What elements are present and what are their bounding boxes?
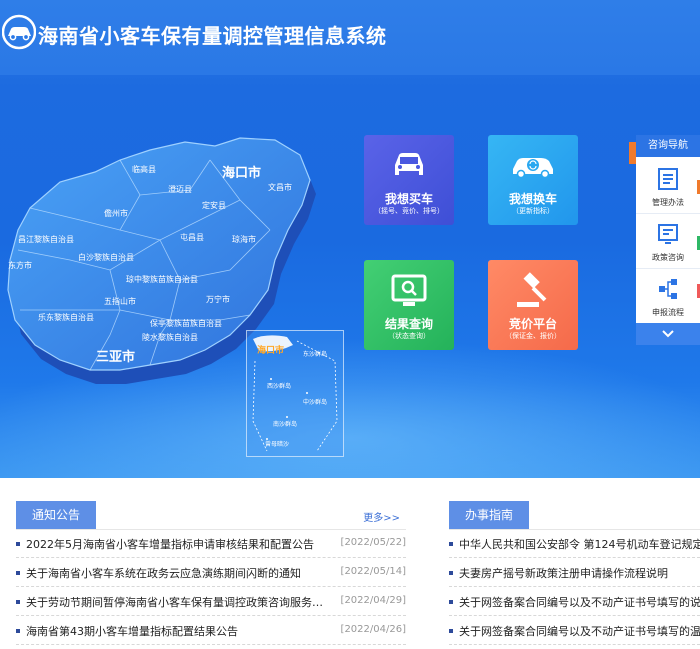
notice-date: [2022/04/29]	[340, 595, 406, 606]
map-label-baisha[interactable]: 白沙黎族自治县	[78, 252, 134, 263]
map-label-wanning[interactable]: 万宁市	[206, 294, 230, 305]
bullet-icon	[449, 629, 453, 633]
notice-tab[interactable]: 通知公告	[16, 501, 96, 529]
change-car-subtitle: （更新指标）	[512, 207, 554, 215]
notice-title[interactable]: 关于劳动节期间暂停海南省小客车保有量调控政策咨询服务…	[26, 594, 336, 610]
notice-more-link[interactable]: 更多>>	[363, 509, 400, 524]
chevron-down-icon	[662, 330, 674, 338]
bullet-icon	[449, 571, 453, 575]
result-query-subtitle: （状态查询）	[388, 332, 430, 340]
notice-date: [2022/05/22]	[340, 537, 406, 548]
inset-label-zhongsha: 中沙群岛	[303, 399, 328, 406]
buy-car-subtitle: （摇号、竞价、排号）	[374, 207, 444, 215]
guide-header: 办事指南	[449, 501, 700, 530]
map-label-tunchang[interactable]: 屯昌县	[180, 232, 204, 243]
guide-tab[interactable]: 办事指南	[449, 501, 529, 529]
guide-item[interactable]: 中华人民共和国公安部令 第124号机动车登记规定	[449, 531, 700, 558]
map-label-changjiang[interactable]: 昌江黎族自治县	[18, 234, 74, 245]
gavel-icon	[517, 272, 547, 307]
map-label-ledong[interactable]: 乐东黎族自治县	[38, 312, 94, 323]
map-label-dongfang[interactable]: 东方市	[8, 260, 32, 271]
nav-expand-button[interactable]	[636, 323, 700, 345]
map-label-sanya[interactable]: 三亚市	[96, 346, 135, 365]
map-label-wuzhishan[interactable]: 五指山市	[104, 296, 136, 307]
flowchart-icon	[659, 279, 677, 299]
policy-screen-icon	[658, 224, 678, 244]
guide-title[interactable]: 夫妻房产摇号新政策注册申请操作流程说明	[459, 565, 700, 581]
notice-date: [2022/04/26]	[340, 624, 406, 635]
bullet-icon	[16, 600, 20, 604]
nav-item-application-flow[interactable]: 申报流程	[636, 269, 700, 323]
inset-label-xisha: 西沙群岛	[267, 383, 292, 390]
guide-item[interactable]: 关于网签备案合同编号以及不动产证书号填写的说明	[449, 589, 700, 616]
result-query-title: 结果查询	[384, 317, 433, 331]
map-label-haikou[interactable]: 海口市	[222, 162, 261, 181]
notice-title[interactable]: 海南省第43期小客车增量指标配置结果公告	[26, 623, 336, 639]
nav-item-label: 政策咨询	[652, 253, 684, 262]
guide-item[interactable]: 关于网签备案合同编号以及不动产证书号填写的温馨提示	[449, 618, 700, 645]
site-title[interactable]: 海南省小客车保有量调控管理信息系统	[38, 20, 387, 49]
guide-title[interactable]: 关于网签备案合同编号以及不动产证书号填写的说明	[459, 594, 700, 610]
inset-label-zengmu: 曾母暗沙	[265, 441, 290, 448]
map-label-danzhou[interactable]: 儋州市	[104, 208, 128, 219]
bullet-icon	[16, 629, 20, 633]
map-label-dingan[interactable]: 定安县	[202, 200, 226, 211]
nav-item-label: 申报流程	[652, 308, 684, 317]
inset-label-dongsha: 东沙群岛	[303, 351, 328, 358]
nav-side-accent	[629, 142, 636, 164]
notice-title[interactable]: 关于海南省小客车系统在政务云应急演练期间闪断的通知	[26, 565, 336, 581]
map-label-qiongzhong[interactable]: 琼中黎族苗族自治县	[126, 274, 198, 285]
nav-item-label: 管理办法	[652, 198, 684, 207]
change-car-title: 我想换车	[508, 192, 557, 206]
car-logo-icon	[2, 14, 36, 50]
map-label-chengmai[interactable]: 澄迈县	[168, 184, 192, 195]
bidding-platform-title: 竞价平台	[508, 317, 557, 331]
guide-item[interactable]: 夫妻房产摇号新政策注册申请操作流程说明	[449, 560, 700, 587]
notice-item[interactable]: 2022年5月海南省小客车增量指标申请审核结果和配置公告 [2022/05/22…	[16, 531, 406, 558]
buy-car-title: 我想买车	[384, 192, 433, 206]
inset-label-nansha: 南沙群岛	[273, 421, 298, 428]
map-label-lingshui[interactable]: 陵水黎族自治县	[142, 332, 198, 343]
bullet-icon	[449, 600, 453, 604]
notice-item[interactable]: 关于海南省小客车系统在政务云应急演练期间闪断的通知 [2022/05/14]	[16, 560, 406, 587]
change-car-tile[interactable]: 我想换车 （更新指标）	[488, 135, 578, 225]
guide-title[interactable]: 关于网签备案合同编号以及不动产证书号填写的温馨提示	[459, 623, 700, 639]
monitor-search-icon	[391, 274, 427, 306]
car-front-icon	[395, 153, 423, 175]
consult-nav-panel: 咨询导航 管理办法 政策咨询 申报流程	[636, 135, 700, 345]
result-query-tile[interactable]: 结果查询 （状态查询）	[364, 260, 454, 350]
consult-nav-title: 咨询导航	[636, 135, 700, 157]
map-label-lingao[interactable]: 临高县	[132, 164, 156, 175]
bidding-platform-subtitle: （保证金、报价）	[505, 332, 561, 340]
notice-header: 通知公告 更多>>	[16, 501, 406, 530]
notice-date: [2022/05/14]	[340, 566, 406, 577]
map-label-baoting[interactable]: 保亭黎族苗族自治县	[150, 318, 222, 329]
notice-title[interactable]: 2022年5月海南省小客车增量指标申请审核结果和配置公告	[26, 536, 336, 552]
buy-car-tile[interactable]: 我想买车 （摇号、竞价、排号）	[364, 135, 454, 225]
document-list-icon	[658, 168, 678, 190]
bullet-icon	[16, 571, 20, 575]
bullet-icon	[16, 542, 20, 546]
nav-item-management-rules[interactable]: 管理办法	[636, 159, 700, 214]
car-swap-icon	[513, 158, 553, 179]
hero-banner: 海南省小客车保有量调控管理信息系统 海口市 临高县 澄迈县 定安县 文昌市 儋州…	[0, 0, 700, 478]
notice-item[interactable]: 海南省第43期小客车增量指标配置结果公告 [2022/04/26]	[16, 618, 406, 645]
bullet-icon	[449, 542, 453, 546]
inset-label-haikou: 海口市	[257, 346, 285, 356]
guide-title[interactable]: 中华人民共和国公安部令 第124号机动车登记规定	[459, 536, 700, 552]
map-label-qionghai[interactable]: 琼海市	[232, 234, 256, 245]
map-label-wenchang[interactable]: 文昌市	[268, 182, 292, 193]
bidding-platform-tile[interactable]: 竞价平台 （保证金、报价）	[488, 260, 578, 350]
nav-item-policy-consult[interactable]: 政策咨询	[636, 214, 700, 269]
south-sea-inset-map: 海口市 东沙群岛 西沙群岛 中沙群岛 南沙群岛 曾母暗沙	[246, 330, 344, 457]
notice-item[interactable]: 关于劳动节期间暂停海南省小客车保有量调控政策咨询服务… [2022/04/29]	[16, 589, 406, 616]
